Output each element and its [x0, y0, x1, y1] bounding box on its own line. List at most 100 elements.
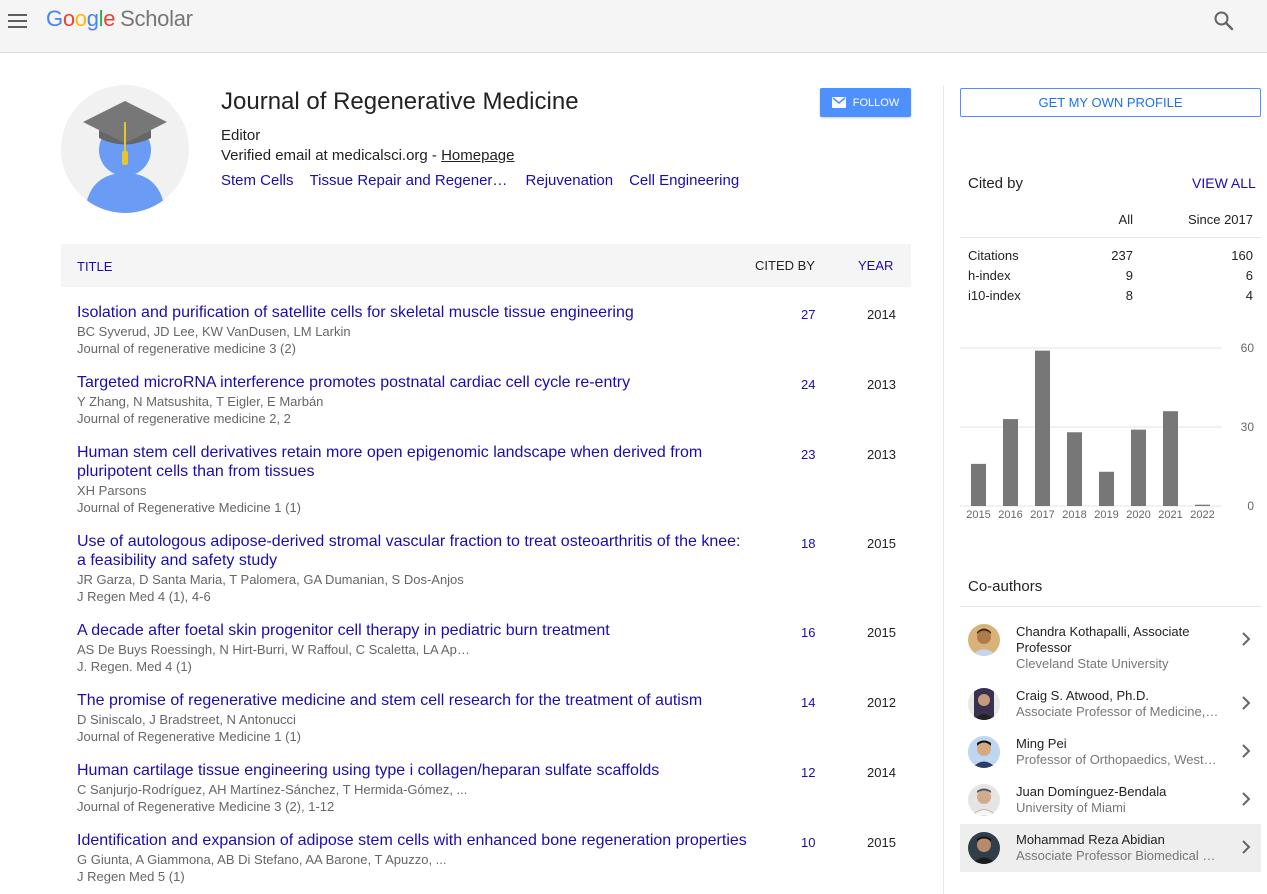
- sort-by-year[interactable]: YEAR: [858, 258, 893, 273]
- bar-2016[interactable]: [1003, 419, 1018, 506]
- bar-2017[interactable]: [1035, 350, 1050, 506]
- logo-product: Scholar: [120, 6, 193, 31]
- view-all-link[interactable]: VIEW ALL: [1192, 175, 1256, 191]
- coauthor-item[interactable]: Craig S. Atwood, Ph.D. Associate Profess…: [960, 680, 1261, 728]
- metric-since: 6: [1245, 267, 1253, 283]
- bar-2022[interactable]: [1195, 504, 1210, 506]
- follow-button[interactable]: FOLLOW: [820, 88, 911, 117]
- article-venue: Journal of Regenerative Medicine 1 (1): [77, 500, 302, 515]
- y-tick-label: 30: [1241, 420, 1255, 434]
- profile-avatar: [61, 85, 189, 213]
- coauthor-affiliation: Professor of Orthopaedics, West Virginia…: [1016, 752, 1220, 767]
- coauthor-avatar: [968, 832, 1000, 864]
- article-title[interactable]: Human cartilage tissue engineering using…: [77, 761, 747, 780]
- y-tick-label: 60: [1241, 341, 1255, 355]
- article-year: 2014: [867, 765, 896, 780]
- coauthor-name: Craig S. Atwood, Ph.D.: [1016, 688, 1149, 703]
- interest-stem-cells[interactable]: Stem Cells: [221, 172, 294, 189]
- interest-cell-engineering[interactable]: Cell Engineering: [629, 172, 739, 189]
- coauthor-item[interactable]: Chandra Kothapalli, Associate Professor …: [960, 616, 1261, 680]
- article-authors: AS De Buys Roessingh, N Hirt-Burri, W Ra…: [77, 642, 477, 657]
- articles-table-header: TITLE CITED BY YEAR: [61, 244, 911, 287]
- logo-letter: e: [103, 6, 116, 31]
- cited-by-count[interactable]: 10: [801, 835, 815, 850]
- google-scholar-logo[interactable]: Google Scholar: [46, 6, 193, 32]
- chevron-right-icon: [1242, 744, 1251, 758]
- cited-by-count[interactable]: 12: [801, 765, 815, 780]
- metric-all: 237: [1111, 247, 1133, 263]
- sort-by-cited[interactable]: CITED BY: [755, 258, 815, 273]
- homepage-link[interactable]: Homepage: [441, 147, 514, 164]
- interest-tissue-repair[interactable]: Tissue Repair and Regeneration: [310, 172, 510, 189]
- coauthors-divider: [960, 606, 1261, 607]
- column-divider: [943, 85, 944, 894]
- bar-2018[interactable]: [1067, 432, 1082, 506]
- cited-by-count[interactable]: 16: [801, 625, 815, 640]
- coauthor-item[interactable]: Juan Domínguez-Bendala University of Mia…: [960, 776, 1261, 824]
- search-icon[interactable]: [1213, 10, 1235, 32]
- article-title[interactable]: The promise of regenerative medicine and…: [77, 691, 747, 710]
- table-row: A decade after foetal skin progenitor ce…: [61, 605, 911, 675]
- article-venue: J. Regen. Med 4 (1): [77, 659, 192, 674]
- chevron-right-icon: [1242, 792, 1251, 806]
- x-tick-label: 2021: [1158, 509, 1182, 521]
- col-all: All: [1043, 203, 1133, 238]
- cited-by-count[interactable]: 18: [801, 536, 815, 551]
- cited-by-count[interactable]: 24: [801, 377, 815, 392]
- coauthor-item[interactable]: Mohammad Reza Abidian Associate Professo…: [960, 824, 1261, 872]
- article-title[interactable]: Targeted microRNA interference promotes …: [77, 373, 747, 392]
- article-venue: Journal of Regenerative Medicine 3 (2), …: [77, 799, 335, 814]
- bar-2019[interactable]: [1099, 471, 1114, 506]
- articles-list: Isolation and purification of satellite …: [61, 287, 911, 885]
- sort-by-title[interactable]: TITLE: [77, 259, 112, 274]
- coauthor-affiliation: Cleveland State University: [1016, 656, 1169, 671]
- article-authors: XH Parsons: [77, 483, 147, 498]
- x-tick-label: 2018: [1062, 509, 1086, 521]
- coauthor-name: Mohammad Reza Abidian: [1016, 832, 1165, 847]
- x-tick-label: 2017: [1030, 509, 1054, 521]
- interest-rejuvenation[interactable]: Rejuvenation: [526, 172, 614, 189]
- citation-metrics-table: All Since 2017 Citations 237 160 h-index…: [960, 203, 1261, 305]
- x-tick-label: 2015: [966, 509, 990, 521]
- coauthor-affiliation: Associate Professor Biomedical Engineeri…: [1016, 848, 1220, 863]
- table-row: Use of autologous adipose-derived stroma…: [61, 516, 911, 605]
- logo-letter: o: [62, 6, 75, 31]
- metric-row-h-index: h-index 9 6: [960, 265, 1261, 285]
- metric-label[interactable]: h-index: [960, 265, 1043, 285]
- x-tick-label: 2016: [998, 509, 1022, 521]
- metric-label[interactable]: Citations: [960, 245, 1043, 265]
- article-year: 2015: [867, 625, 896, 640]
- top-bar: Google Scholar: [0, 0, 1267, 53]
- coauthor-avatar: [968, 784, 1000, 816]
- metric-since: 160: [1231, 247, 1253, 263]
- article-title[interactable]: A decade after foetal skin progenitor ce…: [77, 621, 747, 640]
- article-title[interactable]: Identification and expansion of adipose …: [77, 831, 747, 850]
- table-row: Targeted microRNA interference promotes …: [61, 357, 911, 427]
- article-title[interactable]: Isolation and purification of satellite …: [77, 303, 747, 322]
- profile-name: Journal of Regenerative Medicine: [221, 88, 579, 115]
- table-row: Identification and expansion of adipose …: [61, 815, 911, 885]
- menu-icon[interactable]: [8, 10, 30, 32]
- bar-2021[interactable]: [1163, 411, 1178, 506]
- article-year: 2013: [867, 377, 896, 392]
- logo-letter: G: [46, 6, 63, 31]
- get-own-profile-button[interactable]: GET MY OWN PROFILE: [960, 88, 1261, 117]
- coauthor-affiliation: Associate Professor of Medicine, Univers…: [1016, 704, 1220, 719]
- bar-2020[interactable]: [1131, 429, 1146, 506]
- article-authors: Y Zhang, N Matsushita, T Eigler, E Marbá…: [77, 394, 324, 409]
- x-tick-label: 2019: [1094, 509, 1118, 521]
- article-title[interactable]: Use of autologous adipose-derived stroma…: [77, 532, 747, 570]
- article-title[interactable]: Human stem cell derivatives retain more …: [77, 443, 747, 481]
- metric-label[interactable]: i10-index: [960, 285, 1043, 305]
- coauthor-affiliation: University of Miami: [1016, 800, 1126, 815]
- profile-email: Verified email at medicalsci.org - Homep…: [221, 147, 514, 164]
- metric-row-citations: Citations 237 160: [960, 245, 1261, 265]
- cited-by-count[interactable]: 14: [801, 695, 815, 710]
- coauthor-item[interactable]: Ming Pei Professor of Orthopaedics, West…: [960, 728, 1261, 776]
- cited-by-count[interactable]: 23: [801, 447, 815, 462]
- bar-2015[interactable]: [971, 463, 986, 506]
- cited-by-count[interactable]: 27: [801, 307, 815, 322]
- article-venue: J Regen Med 5 (1): [77, 869, 185, 884]
- metric-all: 9: [1125, 267, 1133, 283]
- x-tick-label: 2020: [1126, 509, 1150, 521]
